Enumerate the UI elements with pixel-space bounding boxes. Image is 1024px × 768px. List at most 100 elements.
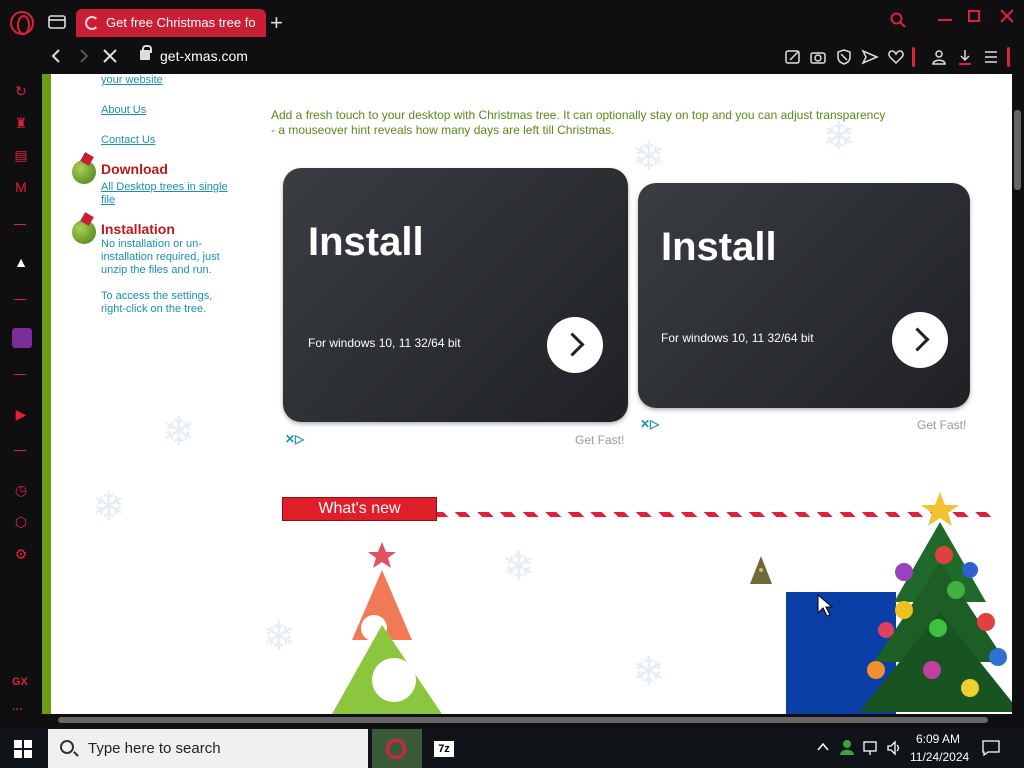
gx-corner-icon[interactable]: GX xyxy=(12,676,28,688)
vertical-scroll-thumb[interactable] xyxy=(1014,110,1021,190)
sidebar xyxy=(0,74,40,728)
taskbar-app-opera[interactable] xyxy=(372,729,422,768)
small-tree-icon xyxy=(750,556,772,584)
search-tabs-icon[interactable] xyxy=(890,12,906,28)
intro-paragraph: Add a fresh touch to your desktop with C… xyxy=(271,108,996,138)
gx-control-icon[interactable]: ↻ xyxy=(12,82,30,100)
stop-loading-icon[interactable] xyxy=(103,49,117,63)
about-us-link[interactable]: About Us xyxy=(101,104,146,116)
page-left-border xyxy=(42,74,51,714)
sidebar-separator xyxy=(14,224,26,225)
sidebar-separator xyxy=(14,299,26,300)
installation-heading: Installation xyxy=(101,221,175,237)
search-icon xyxy=(60,740,74,754)
heart-icon[interactable] xyxy=(887,48,905,66)
taskbar-search-box[interactable]: Type here to search xyxy=(48,729,368,768)
snowflake-decoration: ❄ xyxy=(502,545,536,589)
sidebar-separator xyxy=(14,450,26,451)
taskbar-app-7z[interactable]: 7z xyxy=(426,729,462,768)
ad-arrow-button[interactable] xyxy=(547,317,603,373)
intro-line: - a mouseover hint reveals how many days… xyxy=(271,123,615,137)
snowflake-decoration: ❄ xyxy=(632,650,666,694)
installation-text: installation required, just xyxy=(101,251,220,263)
ornament-icon xyxy=(72,160,96,184)
camera-icon[interactable] xyxy=(809,48,827,66)
notifications-icon[interactable] xyxy=(982,740,1000,756)
browser-window: Get free Christmas tree fo + get-xmas.co… xyxy=(0,0,1024,728)
clock-time[interactable]: 6:09 AM xyxy=(916,732,960,746)
whats-new-banner: What's new xyxy=(282,497,437,521)
people-tray-icon[interactable] xyxy=(838,738,856,756)
ad-subtitle: For windows 10, 11 32/64 bit xyxy=(308,336,461,350)
minimize-button[interactable] xyxy=(938,19,952,21)
settings-hint-text: To access the settings, xyxy=(101,290,213,302)
twitch-feed-icon[interactable]: ▤ xyxy=(12,146,30,164)
extensions-cube-icon[interactable]: ⬡ xyxy=(12,513,30,531)
opera-app-icon xyxy=(386,739,406,759)
snapshot-edit-icon[interactable] xyxy=(784,48,802,66)
mouse-cursor-icon xyxy=(817,594,833,617)
7z-app-icon: 7z xyxy=(434,741,454,757)
install-ad-card[interactable]: Install For windows 10, 11 32/64 bit xyxy=(283,168,628,422)
snowflake-decoration: ❄ xyxy=(92,485,126,529)
show-hidden-icons-icon[interactable] xyxy=(817,742,829,752)
close-window-button[interactable] xyxy=(1000,9,1014,23)
download-all-link-cont[interactable]: file xyxy=(101,194,115,206)
installation-text: unzip the files and run. xyxy=(101,264,212,276)
vpn-shield-icon[interactable] xyxy=(835,48,853,66)
download-all-link[interactable]: All Desktop trees in single xyxy=(101,181,228,193)
installation-text: No installation or un- xyxy=(101,238,202,250)
toolbar-separator xyxy=(912,47,915,67)
profile-icon[interactable] xyxy=(930,48,948,66)
lock-icon[interactable] xyxy=(140,45,152,60)
ad-subtitle: For windows 10, 11 32/64 bit xyxy=(661,331,814,345)
easy-setup-menu-icon[interactable] xyxy=(982,48,1000,66)
adchoices-icon[interactable]: ✕▷ xyxy=(640,417,659,431)
snowflake-decoration: ❄ xyxy=(632,135,666,179)
more-options-icon[interactable]: ··· xyxy=(12,704,23,716)
aria-ai-icon[interactable]: ▲ xyxy=(12,253,30,271)
settings-gear-icon[interactable]: ⚙ xyxy=(12,545,30,563)
sidebar-separator xyxy=(14,374,26,375)
ad-title: Install xyxy=(661,225,777,269)
tab-island-icon[interactable] xyxy=(48,15,66,29)
back-icon[interactable] xyxy=(50,49,62,63)
ad-label[interactable]: Get Fast! xyxy=(575,433,624,447)
your-website-link[interactable]: your website xyxy=(101,74,163,86)
download-icon[interactable] xyxy=(956,48,974,66)
install-ad-card[interactable]: Install For windows 10, 11 32/64 bit xyxy=(638,183,970,408)
volume-icon[interactable] xyxy=(886,740,902,756)
history-clock-icon[interactable]: ◷ xyxy=(12,481,30,499)
settings-hint-text: right-click on the tree. xyxy=(101,303,207,315)
desktop-christmas-tree[interactable] xyxy=(854,492,1020,722)
player-icon[interactable]: ▶ xyxy=(12,405,30,423)
maximize-button[interactable] xyxy=(968,10,980,22)
url-field[interactable]: get-xmas.com xyxy=(160,48,248,64)
snowflake-decoration: ❄ xyxy=(162,410,196,454)
ornament-icon xyxy=(72,220,96,244)
active-tab[interactable]: Get free Christmas tree fo xyxy=(76,9,266,37)
loading-spinner-icon xyxy=(85,16,99,30)
twitch-icon[interactable] xyxy=(12,328,32,348)
opera-gx-logo-icon[interactable] xyxy=(10,11,34,35)
snowflake-decoration: ❄ xyxy=(262,615,296,659)
adchoices-icon[interactable]: ✕▷ xyxy=(285,432,304,446)
send-icon[interactable] xyxy=(861,48,879,66)
forward-icon[interactable] xyxy=(78,49,90,63)
clock-date[interactable]: 11/24/2024 xyxy=(910,750,969,764)
windows-start-icon[interactable] xyxy=(14,740,32,758)
toolbar-edge-accent xyxy=(1007,47,1010,67)
ad-label[interactable]: Get Fast! xyxy=(917,418,966,432)
xmas-tree-graphic xyxy=(332,542,442,714)
new-tab-icon[interactable]: + xyxy=(270,10,283,36)
gx-cleaner-icon[interactable]: ♜ xyxy=(12,114,30,132)
network-icon[interactable] xyxy=(862,740,880,756)
tab-title: Get free Christmas tree fo xyxy=(106,15,256,30)
ad-arrow-button[interactable] xyxy=(892,312,948,368)
horizontal-scroll-thumb[interactable] xyxy=(58,717,988,723)
contact-us-link[interactable]: Contact Us xyxy=(101,134,155,146)
intro-line: Add a fresh touch to your desktop with C… xyxy=(271,108,886,122)
ad-title: Install xyxy=(308,220,424,264)
music-player-icon[interactable]: M xyxy=(12,178,30,196)
download-heading: Download xyxy=(101,161,168,177)
